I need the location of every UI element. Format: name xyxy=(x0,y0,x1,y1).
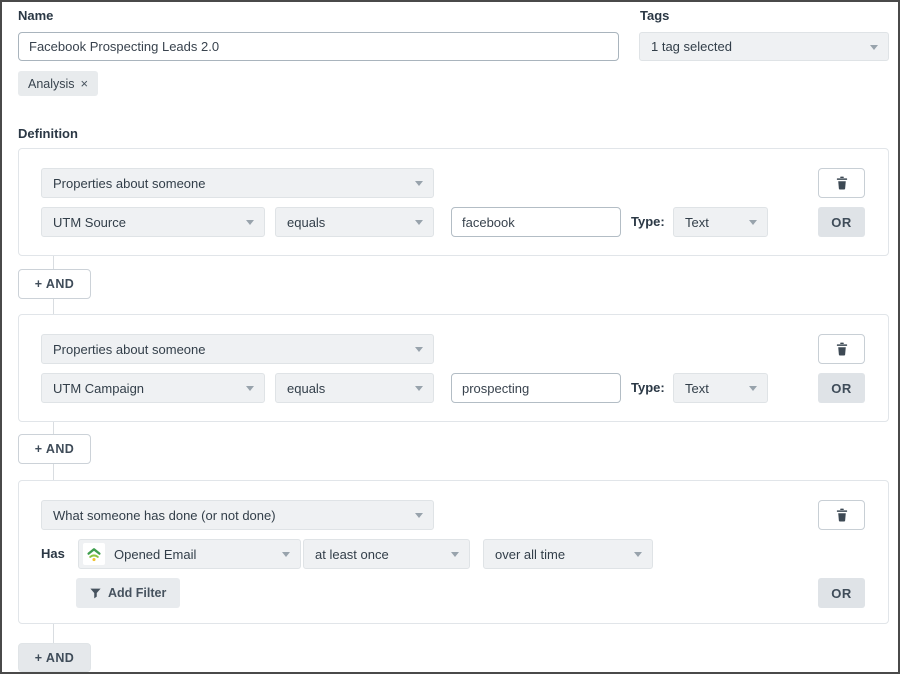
operator-select[interactable]: equals xyxy=(275,207,434,237)
operator-select[interactable]: equals xyxy=(275,373,434,403)
add-and-button[interactable]: + AND xyxy=(18,643,91,672)
or-button[interactable]: OR xyxy=(818,207,865,237)
timeframe-select[interactable]: over all time xyxy=(483,539,653,569)
has-label: Has xyxy=(41,539,65,569)
condition-card-3: What someone has done (or not done) Has … xyxy=(18,480,889,624)
delete-condition-button[interactable] xyxy=(818,168,865,198)
definition-label: Definition xyxy=(18,126,78,141)
condition-category-select[interactable]: Properties about someone xyxy=(41,168,434,198)
condition-card-2: Properties about someone UTM Campaign eq… xyxy=(18,314,889,422)
chevron-down-icon xyxy=(415,513,423,518)
chevron-down-icon xyxy=(451,552,459,557)
add-and-button[interactable]: + AND xyxy=(18,269,91,299)
or-button[interactable]: OR xyxy=(818,373,865,403)
add-and-button[interactable]: + AND xyxy=(18,434,91,464)
frequency-select[interactable]: at least once xyxy=(303,539,470,569)
type-label: Type: xyxy=(631,207,665,237)
tags-select[interactable]: 1 tag selected xyxy=(639,32,889,61)
delete-condition-button[interactable] xyxy=(818,334,865,364)
trash-icon xyxy=(836,176,848,190)
chevron-down-icon xyxy=(634,552,642,557)
tags-label: Tags xyxy=(640,8,669,23)
chevron-down-icon xyxy=(415,386,423,391)
tag-chip-label: Analysis xyxy=(28,77,75,91)
name-label: Name xyxy=(18,8,53,23)
segment-editor: Name Tags 1 tag selected Analysis × Defi… xyxy=(0,0,900,674)
trash-icon xyxy=(836,342,848,356)
filter-icon xyxy=(90,588,101,599)
or-button[interactable]: OR xyxy=(818,578,865,608)
chevron-down-icon xyxy=(415,220,423,225)
property-select[interactable]: UTM Source xyxy=(41,207,265,237)
name-input[interactable] xyxy=(18,32,619,61)
type-label: Type: xyxy=(631,373,665,403)
chevron-down-icon xyxy=(415,347,423,352)
property-select[interactable]: UTM Campaign xyxy=(41,373,265,403)
chevron-down-icon xyxy=(749,220,757,225)
type-select[interactable]: Text xyxy=(673,373,768,403)
delete-condition-button[interactable] xyxy=(818,500,865,530)
type-select[interactable]: Text xyxy=(673,207,768,237)
condition-category-select[interactable]: What someone has done (or not done) xyxy=(41,500,434,530)
chevron-down-icon xyxy=(749,386,757,391)
add-filter-button[interactable]: Add Filter xyxy=(76,578,180,608)
metric-select[interactable]: Opened Email xyxy=(78,539,301,569)
chevron-down-icon xyxy=(415,181,423,186)
chevron-down-icon xyxy=(246,386,254,391)
tag-chip-analysis: Analysis × xyxy=(18,71,98,96)
chevron-down-icon xyxy=(870,45,878,50)
connector-line xyxy=(53,623,54,645)
trash-icon xyxy=(836,508,848,522)
close-icon[interactable]: × xyxy=(81,76,89,91)
condition-category-select[interactable]: Properties about someone xyxy=(41,334,434,364)
value-input[interactable] xyxy=(451,207,621,237)
condition-card-1: Properties about someone UTM Source equa… xyxy=(18,148,889,256)
value-input[interactable] xyxy=(451,373,621,403)
chevron-down-icon xyxy=(282,552,290,557)
chevron-down-icon xyxy=(246,220,254,225)
opened-email-icon xyxy=(83,543,105,565)
